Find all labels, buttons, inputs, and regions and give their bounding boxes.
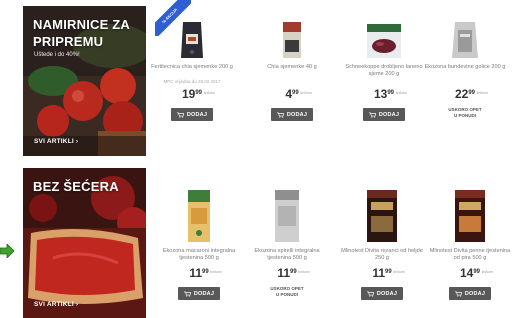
cart-icon bbox=[368, 112, 376, 118]
add-to-cart-button[interactable]: DODAJ bbox=[361, 287, 403, 300]
product-name[interactable]: Chia sjemenke 40 g bbox=[250, 64, 334, 78]
product-card: Ekozona spirelli integralna tjestenina 5… bbox=[245, 188, 329, 298]
unavailable-notice: USKORO OPET U PONUDI bbox=[448, 107, 482, 118]
banner-title: BEZ ŠEĆERA bbox=[33, 179, 119, 194]
add-to-cart-label: DODAJ bbox=[376, 290, 398, 297]
section-namirnice: NAMIRNICE ZA PRIPREMU Uštede i do 40%! S… bbox=[0, 0, 525, 160]
cart-icon bbox=[276, 112, 284, 118]
product-image-spirelli-pack[interactable] bbox=[273, 188, 301, 244]
product-old-price bbox=[342, 79, 426, 85]
product-image-chia-pack[interactable] bbox=[281, 20, 303, 60]
product-image-flaxseed-box[interactable] bbox=[365, 20, 403, 60]
product-card: Ekozona macaroni integralna tjestenina 5… bbox=[157, 188, 241, 302]
product-card: Ekozona bundevine golice 200 g 2299 kn/ko… bbox=[423, 20, 507, 119]
product-image-pumpkin-seeds-bag[interactable] bbox=[450, 20, 480, 60]
cart-icon bbox=[454, 291, 462, 297]
cart-icon bbox=[183, 291, 191, 297]
product-name[interactable]: Schneekoppe drobljeno laneno sjeme 200 g bbox=[342, 64, 426, 78]
product-card: Fertitecnica chia sjemenke 200 g MPC vri… bbox=[150, 20, 234, 123]
product-name[interactable]: Ekozona macaroni integralna tjestenina 5… bbox=[157, 248, 241, 262]
chevron-right-icon: › bbox=[75, 138, 79, 145]
add-to-cart-label: DODAJ bbox=[193, 290, 215, 297]
page: NAMIRNICE ZA PRIPREMU Uštede i do 40%! S… bbox=[0, 0, 525, 318]
product-image-macaroni-pack[interactable] bbox=[186, 188, 212, 244]
product-old-price: MPC vrijedna do 28.02.2017 bbox=[163, 79, 221, 84]
product-price: 1199 kn/kom bbox=[372, 266, 405, 280]
add-to-cart-button[interactable]: DODAJ bbox=[171, 108, 213, 121]
product-old-price bbox=[423, 79, 507, 85]
banner-subtitle: Uštede i do 40%! bbox=[34, 52, 80, 58]
add-to-cart-button[interactable]: DODAJ bbox=[271, 108, 313, 121]
arrow-right-icon bbox=[0, 244, 14, 258]
add-to-cart-button[interactable]: DODAJ bbox=[449, 287, 491, 300]
product-price: 1199 kn/kom bbox=[189, 266, 222, 280]
add-to-cart-label: DODAJ bbox=[464, 290, 486, 297]
product-image-buckwheat-noodles-box[interactable] bbox=[365, 188, 399, 244]
product-price: 499 kn/kom bbox=[285, 87, 312, 101]
banner-namirnice-za-pripremu[interactable]: NAMIRNICE ZA PRIPREMU Uštede i do 40%! S… bbox=[23, 6, 146, 156]
add-to-cart-label: DODAJ bbox=[286, 111, 308, 118]
banner-title: NAMIRNICE ZA PRIPREMU bbox=[33, 17, 130, 49]
product-price: 1999 kn/kom bbox=[181, 87, 216, 101]
unavailable-notice: USKORO OPET U PONUDI bbox=[270, 286, 304, 297]
banner-link-label: SVI ARTIKLI bbox=[34, 301, 74, 308]
product-card: Mlinotest Divita penne tjestenina od pir… bbox=[428, 188, 512, 302]
cart-icon bbox=[366, 291, 374, 297]
product-price: 1499 kn/kom bbox=[459, 266, 494, 280]
product-name[interactable]: Mlinotest Divita rezanci od heljde 250 g bbox=[340, 248, 424, 262]
banner-bez-secera[interactable]: BEZ ŠEĆERA SVI ARTIKLI › bbox=[23, 168, 146, 318]
product-name[interactable]: Ekozona spirelli integralna tjestenina 5… bbox=[245, 248, 329, 262]
product-image-chia-bag[interactable] bbox=[179, 20, 205, 60]
chevron-right-icon: › bbox=[75, 301, 79, 308]
add-to-cart-label: DODAJ bbox=[186, 111, 208, 118]
banner-link-label: SVI ARTIKLI bbox=[34, 138, 74, 145]
add-to-cart-button[interactable]: DODAJ bbox=[363, 108, 405, 121]
cart-icon bbox=[176, 112, 184, 118]
product-name[interactable]: Fertitecnica chia sjemenke 200 g bbox=[150, 64, 234, 78]
product-price: 2299 kn/kom bbox=[454, 87, 489, 101]
banner-link-all-items[interactable]: SVI ARTIKLI › bbox=[34, 301, 78, 308]
product-image-penne-box[interactable] bbox=[453, 188, 487, 244]
banner-link-all-items[interactable]: SVI ARTIKLI › bbox=[34, 138, 78, 145]
product-old-price bbox=[250, 79, 334, 85]
product-card: Chia sjemenke 40 g 499 kn/kom DODAJ bbox=[250, 20, 334, 123]
add-to-cart-label: DODAJ bbox=[378, 111, 400, 118]
product-name[interactable]: Mlinotest Divita penne tjestenina od pir… bbox=[428, 248, 512, 262]
product-card: Schneekoppe drobljeno laneno sjeme 200 g… bbox=[342, 20, 426, 123]
product-name[interactable]: Ekozona bundevine golice 200 g bbox=[423, 64, 507, 78]
add-to-cart-button[interactable]: DODAJ bbox=[178, 287, 220, 300]
section-bez-secera: BEZ ŠEĆERA SVI ARTIKLI › Ekozona macaron… bbox=[0, 166, 525, 318]
product-card: Mlinotest Divita rezanci od heljde 250 g… bbox=[340, 188, 424, 302]
product-price: 1399 kn/kom bbox=[373, 87, 408, 101]
product-price: 1199 kn/kom bbox=[277, 266, 310, 280]
